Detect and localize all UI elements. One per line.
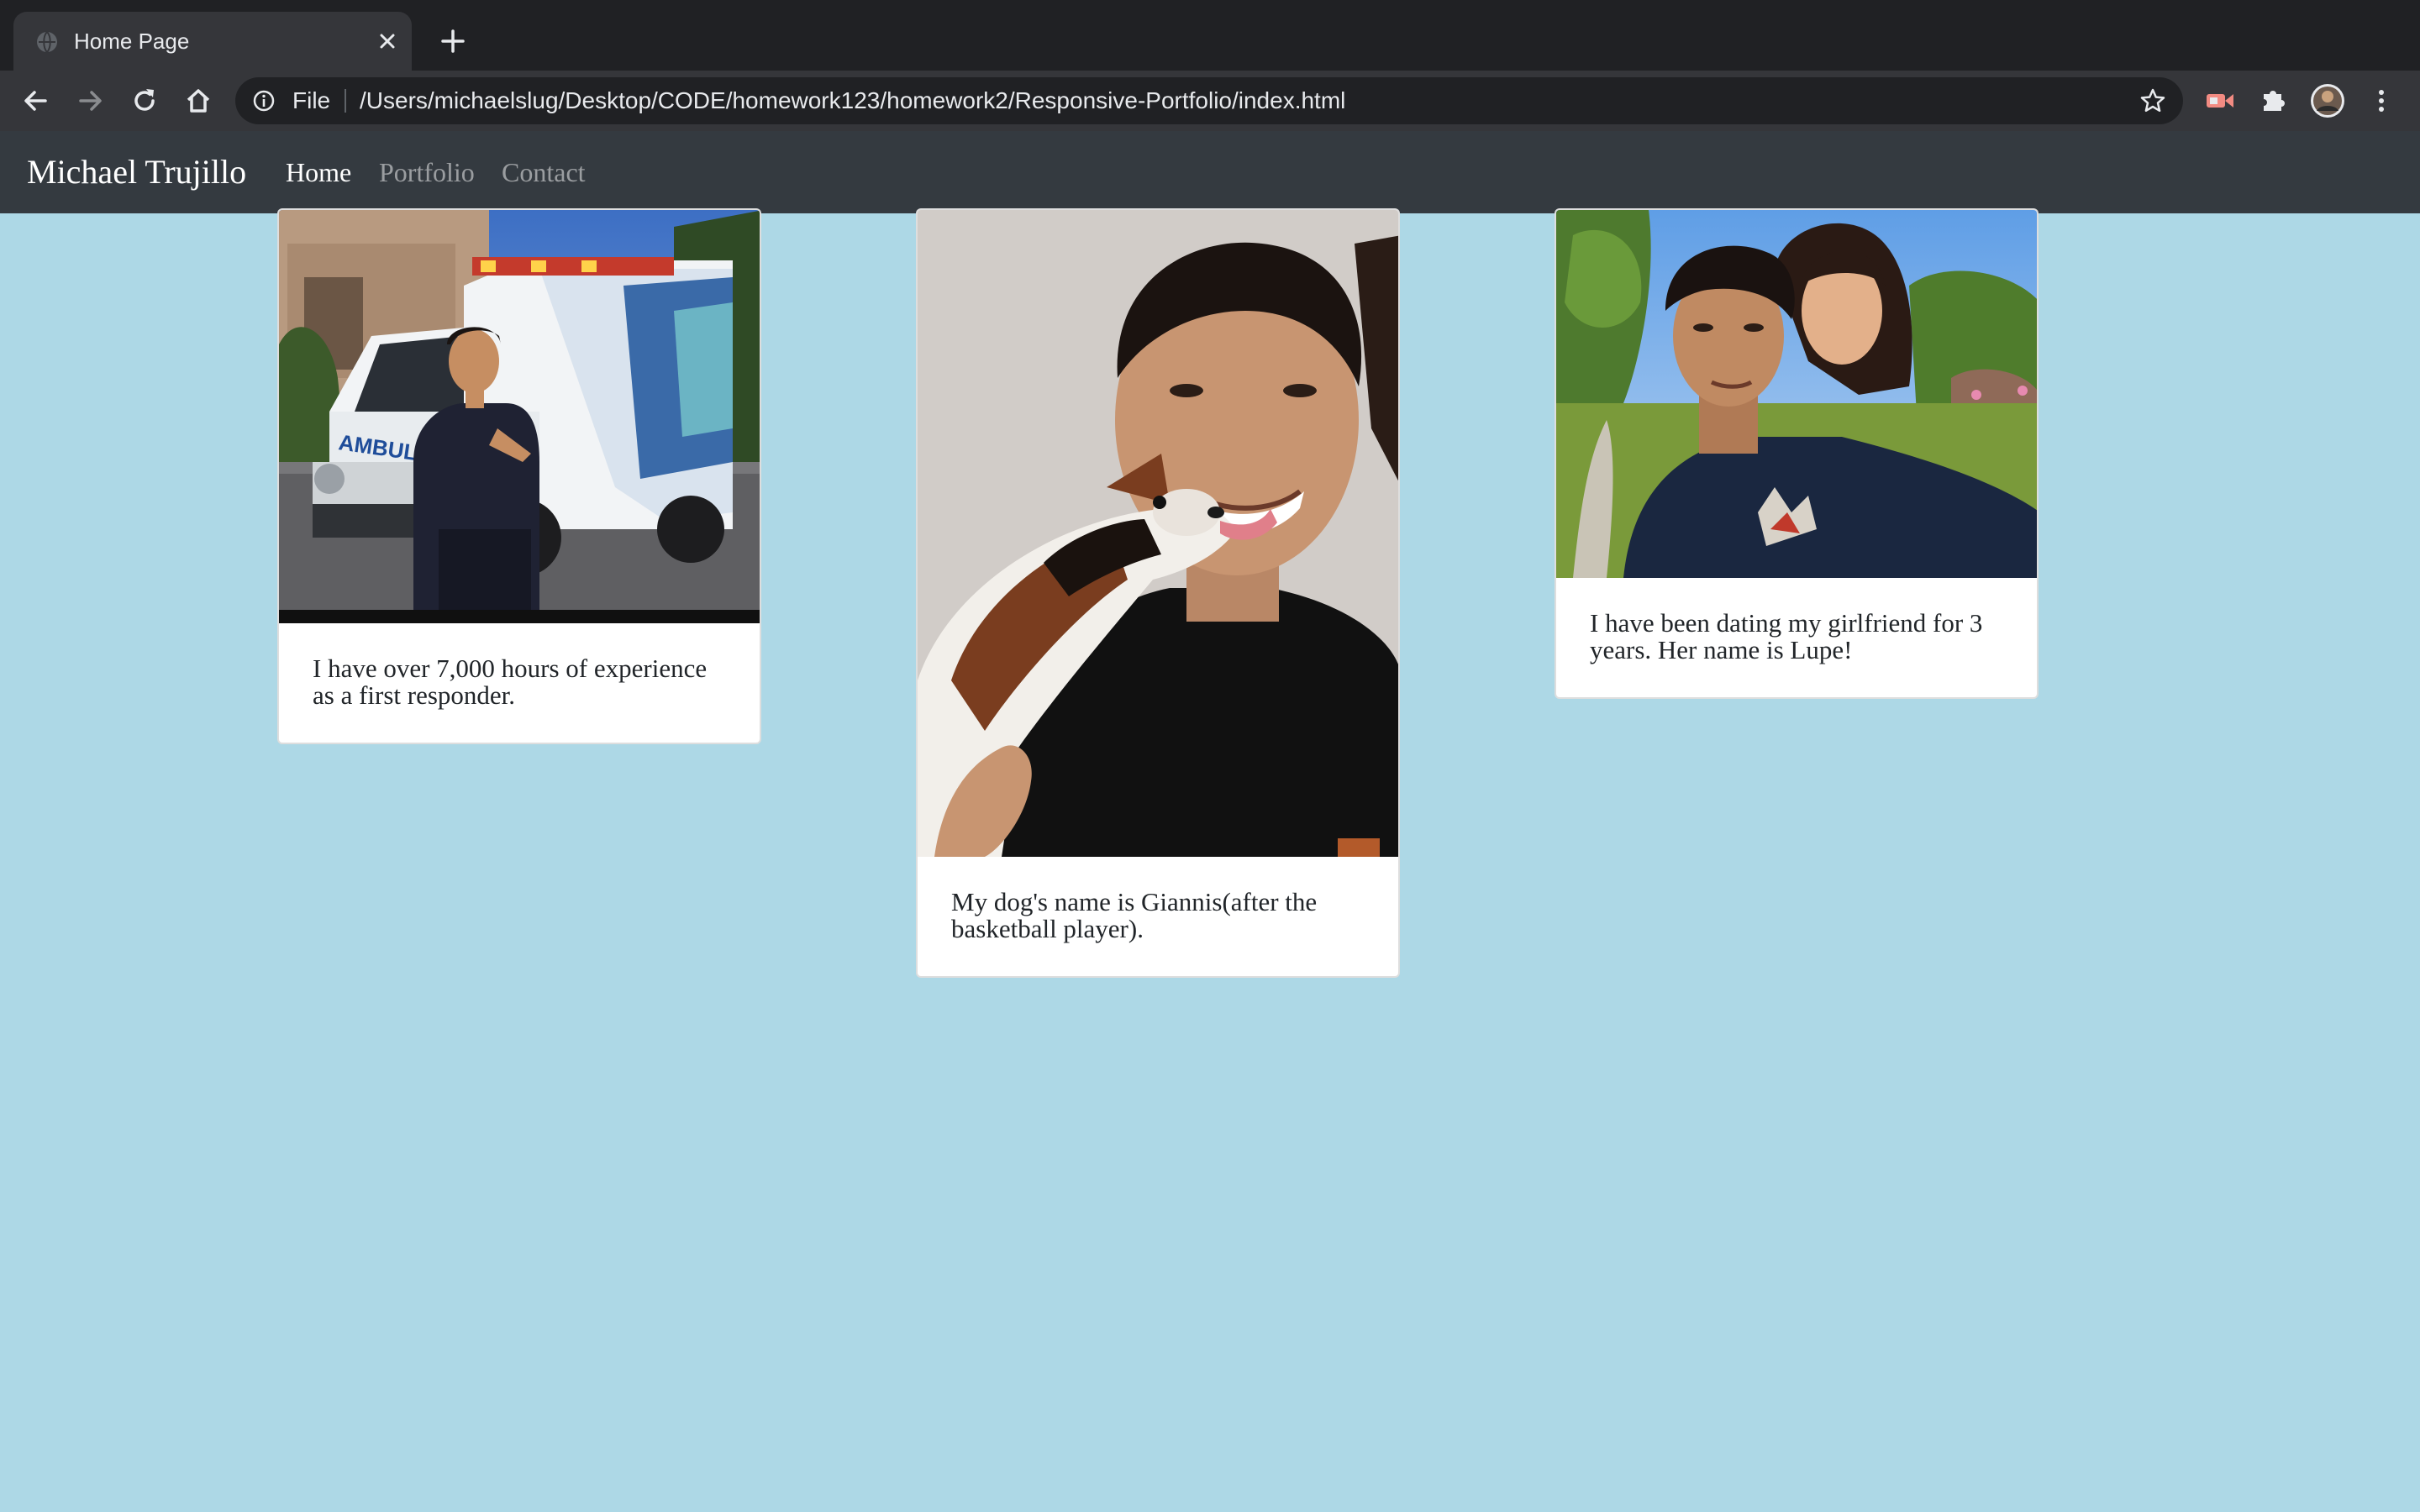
home-icon[interactable] (180, 82, 217, 119)
address-divider (345, 89, 346, 113)
info-icon[interactable] (252, 89, 276, 113)
browser-tabstrip: Home Page (0, 0, 2420, 71)
globe-icon (37, 31, 57, 53)
close-icon[interactable] (375, 29, 400, 54)
site-navbar: Michael Trujillo Home Portfolio Contact (0, 131, 2420, 213)
card-girlfriend: I have been dating my girlfriend for 3 y… (1555, 208, 2039, 699)
dog-photo (918, 210, 1398, 857)
nav-link-home[interactable]: Home (286, 155, 351, 190)
address-scheme: File (292, 87, 331, 113)
back-arrow-icon[interactable] (17, 82, 54, 119)
forward-arrow-icon[interactable] (72, 82, 109, 119)
plus-icon[interactable] (437, 25, 469, 57)
star-icon[interactable] (2139, 87, 2166, 114)
reload-icon[interactable] (126, 82, 163, 119)
ambulance-photo: AMBULA (279, 210, 760, 623)
nav-link-portfolio[interactable]: Portfolio (379, 155, 475, 190)
couple-photo (1556, 210, 2037, 578)
browser-tab[interactable]: Home Page (13, 12, 412, 71)
card-first-responder: AMBULA I have over 7,000 hours of experi… (277, 208, 761, 744)
card-text: My dog's name is Giannis(after the baske… (951, 887, 1318, 943)
nav-link-contact[interactable]: Contact (502, 155, 586, 190)
browser-toolbar: File /Users/michaelslug/Desktop/CODE/hom… (0, 71, 2420, 131)
tab-title: Home Page (74, 29, 190, 54)
card-dog: My dog's name is Giannis(after the baske… (916, 208, 1400, 978)
video-extension-icon[interactable] (2202, 82, 2238, 119)
puzzle-icon[interactable] (2255, 82, 2292, 119)
card-text: I have been dating my girlfriend for 3 y… (1590, 608, 1983, 664)
navbar-brand[interactable]: Michael Trujillo (27, 151, 246, 193)
address-bar[interactable]: File /Users/michaelslug/Desktop/CODE/hom… (235, 77, 2183, 124)
address-url[interactable]: /Users/michaelslug/Desktop/CODE/homework… (360, 86, 1345, 116)
kebab-menu-icon[interactable] (2363, 82, 2400, 119)
avatar[interactable] (2309, 82, 2346, 119)
card-text: I have over 7,000 hours of experience as… (313, 654, 708, 710)
